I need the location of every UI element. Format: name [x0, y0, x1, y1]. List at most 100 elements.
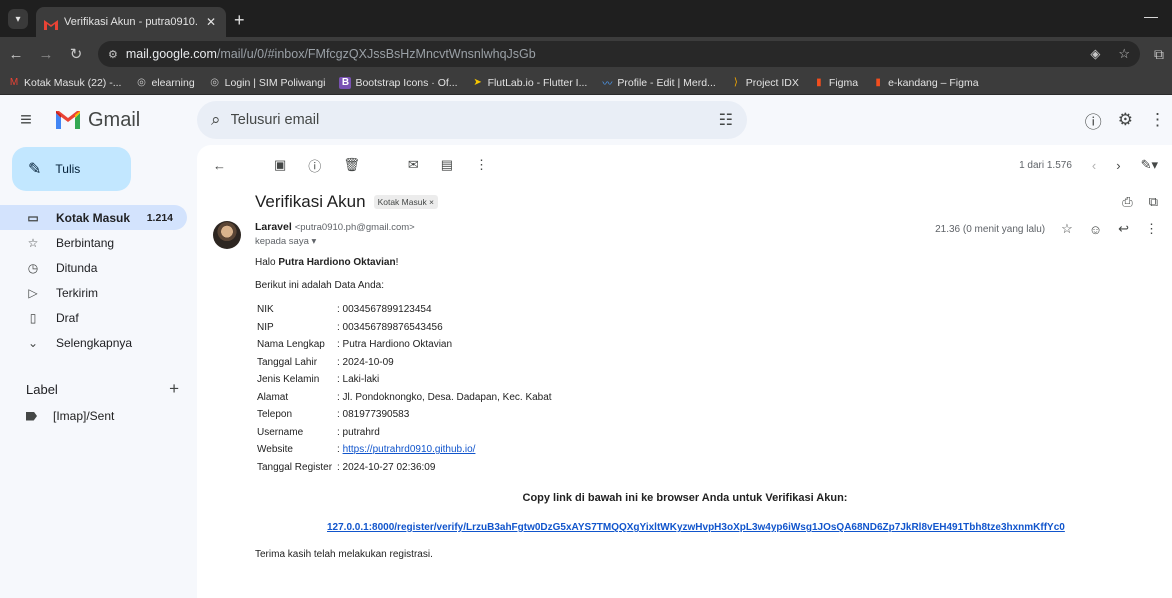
extensions-icon[interactable]: ⧉ — [1154, 46, 1164, 63]
delete-icon[interactable]: 🗑 — [343, 157, 360, 173]
help-icon[interactable]: ⓘ — [1085, 108, 1102, 133]
globe-icon: ◎ — [210, 77, 220, 88]
print-icon[interactable]: ⎙ — [1122, 194, 1132, 210]
message-more-icon[interactable]: ⋮ — [1145, 221, 1158, 237]
bookmark-label: Bootstrap Icons · Of... — [355, 76, 458, 89]
reload-icon[interactable]: ↻ — [68, 45, 84, 63]
pager: 1 dari 1.576 ‹ › ✎▾ — [1019, 145, 1158, 185]
recipient-toggle[interactable]: kepada saya ▾ — [255, 236, 1172, 247]
bookmark-label: elearning — [151, 76, 195, 89]
gmail-icon: M — [9, 77, 19, 88]
label-item[interactable]: [Imap]/Sent — [0, 403, 197, 429]
sidebar: ✎ Tulis ▭ Kotak Masuk 1.214 ☆ Berbintang ◷ Dit… — [0, 145, 197, 598]
field-value: : 2024-10-09 — [337, 356, 394, 368]
email-view: ← ▣ ⓘ 🗑 ✉ ▤ ⋮ 1 dari 1.576 ‹ › ✎▾ Verifi… — [197, 145, 1172, 598]
tracking-eye-icon[interactable]: ◈ — [1090, 46, 1100, 62]
window-minimize-icon[interactable]: — — [1144, 8, 1158, 24]
main-menu-icon[interactable]: ≡ — [14, 109, 38, 132]
sidebar-item-ditunda[interactable]: ◷ Ditunda — [0, 255, 187, 280]
bookmark-item[interactable]: M Kotak Masuk (22) -... — [8, 77, 122, 89]
sidebar-item-label: Berbintang — [56, 235, 115, 250]
bookmark-item[interactable]: ▮ Figma — [813, 77, 858, 89]
table-row: Username: putrahrd — [257, 424, 552, 442]
gear-icon[interactable]: ⚙ — [1118, 110, 1133, 130]
gmail-logo[interactable]: Gmail — [56, 109, 140, 132]
field-key: Tanggal Register — [257, 461, 333, 473]
draft-icon: ▯ — [29, 310, 37, 325]
bookmark-item[interactable]: ◎ Login | SIM Poliwangi — [209, 77, 325, 89]
avatar[interactable] — [213, 221, 241, 249]
more-options-icon[interactable]: ⋮ — [475, 157, 488, 173]
sidebar-item-label: Ditunda — [56, 260, 98, 275]
search-icon[interactable]: ⌕ — [211, 110, 221, 130]
table-row: NIK: 0034567899123454 — [257, 301, 552, 319]
label-list: [Imap]/Sent — [0, 403, 197, 429]
browser-tab-bar: ▾ Verifikasi Akun - putra0910.ph@ ✕ + — — [0, 0, 1172, 37]
bookmark-item[interactable]: ◎ elearning — [135, 76, 195, 89]
user-data-table: NIK: 0034567899123454 NIP: 00345678987654… — [257, 301, 552, 476]
sidebar-item-label: Draf — [56, 310, 79, 325]
report-spam-icon[interactable]: ⓘ — [308, 156, 321, 175]
table-row: Telepon: 081977390583 — [257, 406, 552, 424]
open-new-window-icon[interactable]: ⧉ — [1149, 194, 1158, 210]
table-row: Jenis Kelamin: Laki-laki — [257, 371, 552, 389]
url-field[interactable]: ⚙ mail.google.com/mail/u/0/#inbox/FMfcgz… — [98, 41, 1140, 67]
sidebar-item-berbintang[interactable]: ☆ Berbintang — [0, 230, 187, 255]
new-tab-icon[interactable]: + — [234, 10, 245, 31]
back-to-inbox-icon[interactable]: ← — [213, 158, 226, 173]
verify-link[interactable]: 127.0.0.1:8000/register/verify/LrzuB3ahF… — [327, 522, 1065, 533]
folder-chip[interactable]: Kotak Masuk × — [373, 195, 439, 209]
table-row: Tanggal Register : 2024-10-27 02:36:09 — [257, 459, 552, 477]
emoji-react-icon[interactable]: ☺ — [1089, 222, 1102, 237]
reply-icon[interactable]: ↩ — [1118, 221, 1129, 237]
search-input[interactable] — [230, 112, 709, 128]
sidebar-item-draf[interactable]: ▯ Draf — [0, 305, 187, 330]
bookmark-item[interactable]: 〰 Profile - Edit | Merd... — [601, 76, 716, 91]
message-meta: 21.36 (0 menit yang lalu) ☆ ☺ ↩ ⋮ — [935, 221, 1158, 237]
verify-link-row: 127.0.0.1:8000/register/verify/LrzuB3ahF… — [327, 522, 1172, 533]
site-settings-icon[interactable]: ⚙ — [108, 48, 118, 61]
move-to-icon[interactable]: ▤ — [441, 157, 453, 173]
tab-close-icon[interactable]: ✕ — [204, 15, 218, 29]
sidebar-item-terkirim[interactable]: ▷ Terkirim — [0, 280, 187, 305]
bookmark-item[interactable]: ▮ e-kandang – Figma — [872, 77, 978, 89]
mark-unread-icon[interactable]: ✉ — [408, 157, 419, 173]
label-heading: Label — [26, 381, 58, 397]
bookmark-label: Profile - Edit | Merd... — [617, 76, 716, 89]
gmail-logo-text: Gmail — [88, 108, 141, 131]
field-key: Tanggal Lahir — [257, 356, 318, 368]
compose-button[interactable]: ✎ Tulis — [12, 147, 131, 191]
sender-row: Laravel <putra0910.ph@gmail.com> kepada … — [197, 219, 1172, 257]
tab-search-chevron-icon[interactable]: ▾ — [8, 9, 28, 29]
bookmark-item[interactable]: ➤ FlutLab.io - Flutter I... — [472, 77, 587, 89]
back-icon[interactable]: ← — [8, 46, 24, 63]
bookmark-star-icon[interactable]: ☆ — [1118, 46, 1130, 62]
apps-grid-icon[interactable]: ⋮ — [1149, 110, 1166, 130]
sidebar-item-selengkapnya[interactable]: ⌄ Selengkapnya — [0, 330, 187, 355]
table-row: Website: https://putrahrd0910.github.io/ — [257, 441, 552, 459]
search-options-icon[interactable]: ☷ — [719, 110, 733, 130]
input-tools-icon[interactable]: ✎▾ — [1141, 157, 1158, 173]
website-link[interactable]: https://putrahrd0910.github.io/ — [343, 444, 476, 455]
newer-icon[interactable]: ‹ — [1092, 158, 1096, 173]
add-label-icon[interactable]: + — [169, 379, 179, 399]
older-icon[interactable]: › — [1116, 158, 1120, 173]
bookmark-item[interactable]: B Bootstrap Icons · Of... — [339, 76, 458, 89]
bookmark-label: e-kandang – Figma — [888, 76, 979, 89]
subject-row: Verifikasi Akun Kotak Masuk × ⎙ ⧉ — [197, 185, 1172, 219]
sender-name[interactable]: Laravel — [255, 221, 292, 233]
gmail-layout: ✎ Tulis ▭ Kotak Masuk 1.214 ☆ Berbintang ◷ Dit… — [0, 145, 1172, 598]
star-icon[interactable]: ☆ — [1061, 221, 1073, 237]
sidebar-item-kotak-masuk[interactable]: ▭ Kotak Masuk 1.214 — [0, 205, 187, 230]
field-key: NIK — [257, 304, 274, 316]
field-value: : 2024-10-27 02:36:09 — [337, 461, 436, 473]
gmail-favicon-icon — [44, 17, 58, 30]
forward-icon[interactable]: → — [38, 46, 54, 63]
idx-icon: ⟩ — [733, 77, 738, 88]
address-bar-row: ← → ↻ ⚙ mail.google.com/mail/u/0/#inbox/… — [0, 37, 1172, 71]
bookmark-item[interactable]: ⟩ Project IDX — [730, 77, 799, 89]
archive-icon[interactable]: ▣ — [274, 157, 286, 173]
send-icon: ▷ — [28, 285, 38, 300]
compose-label: Tulis — [55, 162, 81, 176]
browser-tab[interactable]: Verifikasi Akun - putra0910.ph@ ✕ — [36, 7, 226, 37]
